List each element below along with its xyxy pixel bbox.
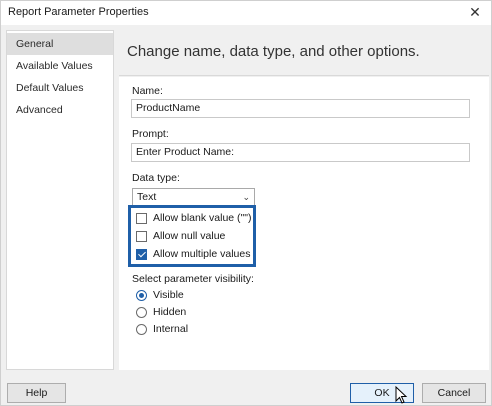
radio-unselected (136, 324, 147, 335)
close-icon[interactable]: ✕ (467, 4, 483, 20)
mouse-pointer-icon (395, 386, 408, 404)
sidebar-item-advanced[interactable]: Advanced (7, 99, 113, 121)
visibility-visible-radio[interactable]: Visible (136, 288, 226, 304)
cancel-button[interactable]: Cancel (422, 383, 486, 403)
checkbox-unchecked (136, 213, 147, 224)
title-bar: Report Parameter Properties ✕ (1, 1, 491, 25)
checkbox-unchecked (136, 231, 147, 242)
dialog-window: Report Parameter Properties ✕ General Av… (0, 0, 492, 406)
sidebar-item-available-values[interactable]: Available Values (7, 55, 113, 77)
name-label: Name: (132, 85, 163, 97)
sidebar-nav: General Available Values Default Values … (6, 30, 114, 370)
datatype-value: Text (137, 191, 157, 203)
checkbox-checked (136, 249, 147, 260)
allow-blank-checkbox[interactable]: Allow blank value ("") (136, 211, 252, 227)
general-panel: Name: ProductName Prompt: Enter Product … (119, 77, 489, 370)
internal-label: Internal (153, 323, 189, 335)
visibility-internal-radio[interactable]: Internal (136, 322, 226, 338)
radio-unselected (136, 307, 147, 318)
radio-selected (136, 290, 147, 301)
name-field[interactable]: ProductName (131, 99, 470, 118)
prompt-field[interactable]: Enter Product Name: (131, 143, 470, 162)
chevron-down-icon: ⌄ (242, 192, 250, 202)
allow-blank-label: Allow blank value ("") (153, 212, 252, 224)
visibility-hidden-radio[interactable]: Hidden (136, 305, 226, 321)
datatype-label: Data type: (132, 172, 180, 184)
allow-multiple-checkbox[interactable]: Allow multiple values (136, 247, 252, 263)
allow-null-checkbox[interactable]: Allow null value (136, 229, 252, 245)
visibility-label: Select parameter visibility: (132, 273, 254, 285)
content-area: Change name, data type, and other option… (119, 30, 489, 370)
prompt-label: Prompt: (132, 128, 169, 140)
allow-null-label: Allow null value (153, 230, 226, 242)
hidden-label: Hidden (153, 306, 187, 318)
help-button[interactable]: Help (7, 383, 66, 403)
section-header-text: Change name, data type, and other option… (127, 43, 420, 60)
datatype-select[interactable]: Text ⌄ (132, 188, 255, 206)
sidebar-item-default-values[interactable]: Default Values (7, 77, 113, 99)
sidebar-item-general[interactable]: General (7, 33, 113, 55)
visible-label: Visible (153, 289, 184, 301)
section-header: Change name, data type, and other option… (119, 30, 489, 76)
allow-multiple-label: Allow multiple values (153, 248, 251, 260)
window-title: Report Parameter Properties (8, 6, 149, 18)
